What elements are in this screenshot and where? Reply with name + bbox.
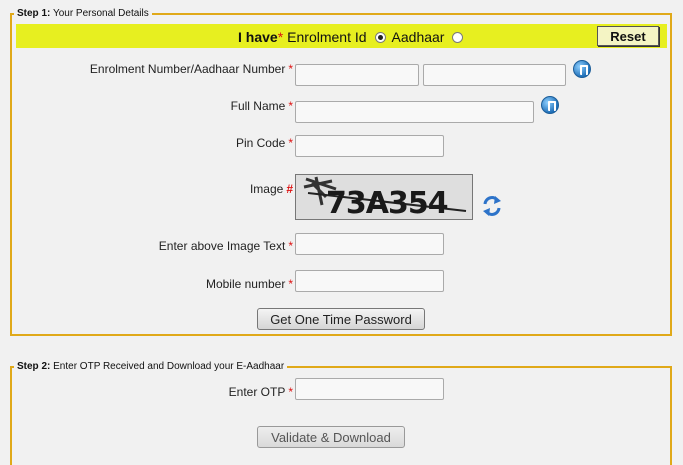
- validate-download-button[interactable]: Validate & Download: [257, 426, 405, 448]
- image-text-label: Enter above Image Text *: [158, 239, 293, 253]
- image-label: Image #: [249, 182, 293, 196]
- step2-fieldset: Step 2: Enter OTP Received and Download …: [10, 361, 672, 465]
- captcha-text: 73A354: [326, 186, 448, 220]
- captcha-drawing: 73A354: [303, 176, 467, 220]
- aadhaar-label: Aadhaar: [391, 29, 445, 45]
- enrolment-number-input-1[interactable]: [295, 64, 419, 86]
- refresh-icon[interactable]: [481, 194, 503, 218]
- required-mark: *: [277, 29, 284, 45]
- full-name-input[interactable]: [295, 101, 534, 123]
- id-type-selector-bar: I have * Enrolment Id Aadhaar Reset: [16, 24, 667, 48]
- mobile-number-input[interactable]: [295, 270, 444, 292]
- enrolment-number-label: Enrolment Number/Aadhaar Number *: [89, 62, 293, 76]
- step2-legend: Step 2: Enter OTP Received and Download …: [17, 361, 285, 372]
- pin-code-label: Pin Code *: [235, 136, 293, 150]
- enrolment-number-input-2[interactable]: [423, 64, 566, 86]
- info-icon[interactable]: [541, 96, 559, 114]
- step1-legend: Step 1: Your Personal Details: [17, 8, 149, 19]
- get-otp-button[interactable]: Get One Time Password: [257, 308, 425, 330]
- image-text-input[interactable]: [295, 233, 444, 255]
- i-have-label: I have: [238, 29, 278, 45]
- otp-input[interactable]: [295, 378, 444, 400]
- mobile-number-label: Mobile number *: [205, 277, 293, 291]
- pin-code-input[interactable]: [295, 135, 444, 157]
- otp-label: Enter OTP *: [228, 385, 293, 399]
- aadhaar-radio[interactable]: [452, 31, 464, 43]
- id-type-selector: I have * Enrolment Id Aadhaar: [238, 29, 469, 45]
- captcha-image: 73A354: [295, 174, 473, 220]
- enrolment-id-label: Enrolment Id: [287, 29, 367, 45]
- full-name-label: Full Name *: [230, 99, 293, 113]
- reset-button[interactable]: Reset: [597, 26, 659, 46]
- info-icon[interactable]: [573, 60, 591, 78]
- enrolment-id-radio[interactable]: [374, 31, 386, 43]
